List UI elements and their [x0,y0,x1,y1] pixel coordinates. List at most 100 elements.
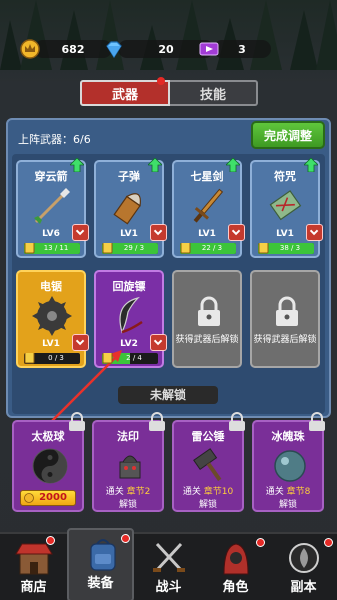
ticket-icon [199,42,219,56]
unequip-button[interactable] [306,224,323,241]
unlock-card-hammer[interactable]: 雷公锤 通关 章节10 解锁 [172,412,245,512]
nav-battle[interactable]: 战斗 [135,534,202,600]
unequip-button[interactable] [72,334,89,351]
chevron-down-icon [153,339,163,346]
unequip-button[interactable] [150,334,167,351]
unlock-price: 2000 [39,492,67,503]
weapon-card-sword[interactable]: 七星剑 LV1 22 / 3 [172,158,245,258]
upgrade-arrow-icon [70,158,84,172]
nav-label: 装备 [87,576,114,591]
unequip-button[interactable] [228,224,245,241]
chevron-down-icon [75,339,85,346]
nav-label: 战斗 [155,580,182,595]
condition-suffix: 解锁 [198,500,217,510]
weapon-card-arrow[interactable]: 穿云箭 LV6 13 / 11 [16,158,89,258]
unequip-button[interactable] [72,224,89,241]
tab-skills[interactable]: 技能 [170,80,258,106]
backpack-icon [90,539,116,571]
padlock-icon [149,412,165,431]
bullet-icon [113,193,141,225]
hammer-icon [193,448,222,482]
category-tabs: 武器 技能 [80,77,258,106]
weapon-level: LV6 [42,229,60,239]
weapon-card-chainsaw[interactable]: 电锯 LV1 0 / 3 [16,270,89,368]
condition-suffix: 解锁 [118,500,137,510]
locked-slot-text: 获得武器后解锁 [253,335,317,345]
weapon-level: LV1 [276,229,294,239]
notification-dot [256,538,265,547]
unlock-condition: 通关 章节10 解锁 [174,486,242,512]
nav-label: 副本 [290,580,317,595]
upgrade-arrow-icon [148,158,162,172]
locked-slot: 获得武器后解锁 [172,270,242,368]
progress-bar: 38 / 3 [258,243,314,254]
progress-bar: 0 / 3 [24,353,80,364]
weapon-card-boomerang[interactable]: 回旋镖 LV2 2 / 4 [94,270,167,368]
tab-weapons[interactable]: 武器 [80,80,170,106]
nav-character[interactable]: 角色 [202,534,269,600]
unlock-price-button[interactable]: 2000 [20,490,76,506]
chevron-down-icon [153,229,163,236]
tab-notification-dot [157,77,165,85]
upgrade-arrow-icon [226,158,240,172]
weapon-level: LV2 [120,339,138,349]
diamond-icon [106,41,122,59]
card-fragment-icon [102,243,113,254]
condition-prefix: 通关 [182,487,201,497]
progress-bar: 29 / 3 [102,243,158,254]
crown-counter: 682 [20,38,112,60]
shop-icon [15,543,53,575]
nav-equipment[interactable]: 装备 [67,528,134,600]
unlock-card-seal[interactable]: 法印 通关 章节2 解锁 [92,412,165,512]
weapon-card-talisman[interactable]: 符咒 LV1 38 / 3 [250,158,323,258]
ticket-count: 3 [213,40,271,58]
unlock-condition: 通关 章节2 解锁 [94,486,162,512]
progress-bar: 2 / 4 [102,353,158,364]
condition-chapter: 章节2 [126,487,151,497]
condition-chapter: 章节10 [203,487,234,497]
nav-dungeon[interactable]: 副本 [270,534,337,600]
padlock-icon [309,412,325,431]
upgrade-arrow-icon [304,158,318,172]
arrow-icon [34,188,70,224]
padlock-icon [276,296,298,326]
weapon-level: LV1 [120,229,138,239]
padlock-icon [229,412,245,431]
chevron-down-icon [231,229,241,236]
card-fragment-icon [24,243,35,254]
locked-slot-text: 获得武器后解锁 [175,335,239,345]
bottom-navigation: 商店 装备 战斗 角色 副本 [0,528,337,600]
saw-blade-icon [32,296,72,336]
card-fragment-icon [102,353,113,364]
portal-icon [289,543,319,573]
card-fragment-icon [258,243,269,254]
character-icon [223,543,249,575]
ice-orb-icon [274,450,306,482]
padlock-icon [69,412,85,431]
card-fragment-icon [180,243,191,254]
done-button[interactable]: 完成调整 [251,121,325,149]
condition-prefix: 通关 [105,487,124,497]
weapon-name: 电锯 [40,280,62,293]
locked-slot: 获得武器后解锁 [250,270,320,368]
nav-shop[interactable]: 商店 [0,534,67,600]
notification-dot [46,536,55,545]
weapon-level: LV1 [198,229,216,239]
crossed-swords-icon [153,542,185,572]
crown-icon [20,39,40,59]
unequip-button[interactable] [150,224,167,241]
progress-bar: 13 / 11 [24,243,80,254]
condition-chapter: 章节8 [286,487,311,497]
notification-dot [324,538,333,547]
unlock-card-taiji[interactable]: 太极球 2000 [12,412,85,512]
notification-dot [121,534,130,543]
padlock-icon [198,296,220,326]
condition-suffix: 解锁 [278,500,297,510]
progress-bar: 22 / 3 [180,243,236,254]
chevron-down-icon [309,229,319,236]
unlock-card-ice-orb[interactable]: 冰魄珠 通关 章节8 解锁 [252,412,325,512]
ticket-counter: 3 [199,38,271,60]
weapon-card-bullet[interactable]: 子弹 LV1 29 / 3 [94,158,167,258]
unlock-section-title: 未解锁 [118,386,218,404]
talisman-icon [269,190,302,221]
